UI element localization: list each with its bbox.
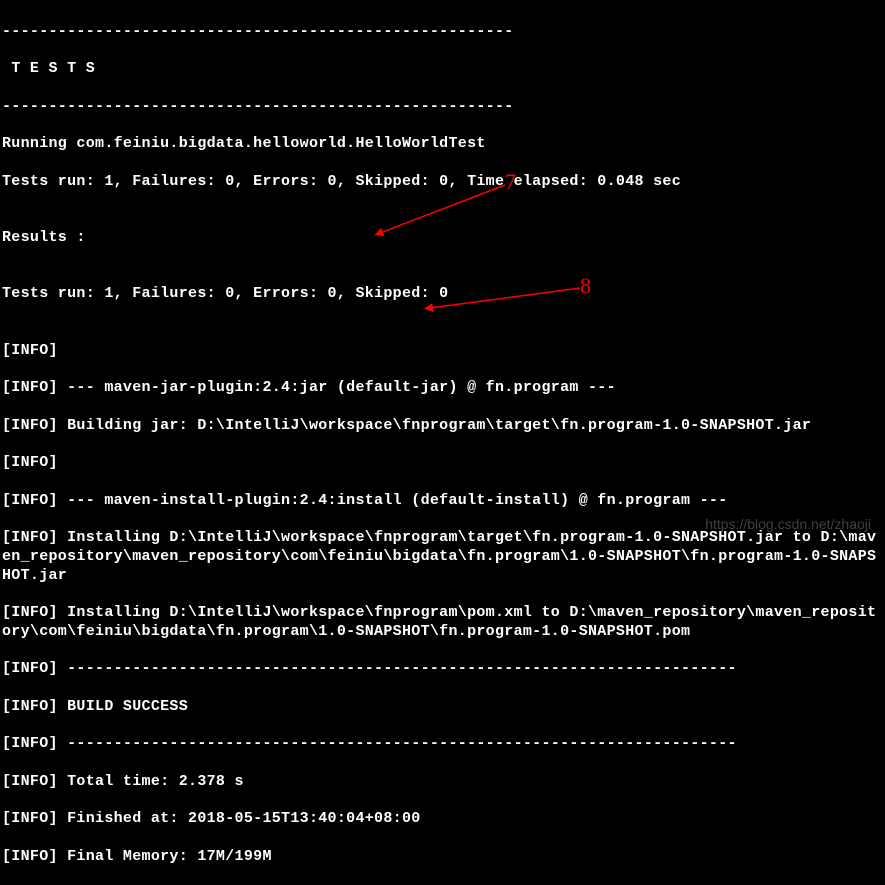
final-memory-line: [INFO] Final Memory: 17M/199M [2,848,883,867]
running-test-line: Running com.feiniu.bigdata.helloworld.He… [2,135,883,154]
installing-pom-line: [INFO] Installing D:\IntelliJ\workspace\… [2,604,883,642]
installing-jar-line: [INFO] Installing D:\IntelliJ\workspace\… [2,529,883,585]
output-line: ----------------------------------------… [2,23,883,42]
total-time-line: [INFO] Total time: 2.378 s [2,773,883,792]
finished-at-line: [INFO] Finished at: 2018-05-15T13:40:04+… [2,810,883,829]
info-line: [INFO] [2,342,883,361]
terminal-output[interactable]: ----------------------------------------… [2,4,883,885]
info-line: [INFO] [2,454,883,473]
maven-jar-plugin-line: [INFO] --- maven-jar-plugin:2.4:jar (def… [2,379,883,398]
watermark-text: https://blog.csdn.net/zhaoji [705,516,871,534]
building-jar-line: [INFO] Building jar: D:\IntelliJ\workspa… [2,417,883,436]
build-success-line: [INFO] BUILD SUCCESS [2,698,883,717]
results-label: Results : [2,229,883,248]
separator-line: [INFO] ---------------------------------… [2,660,883,679]
test-results-line: Tests run: 1, Failures: 0, Errors: 0, Sk… [2,173,883,192]
separator-line: [INFO] ---------------------------------… [2,735,883,754]
output-line: ----------------------------------------… [2,98,883,117]
maven-install-plugin-line: [INFO] --- maven-install-plugin:2.4:inst… [2,492,883,511]
tests-header: T E S T S [2,60,883,79]
test-summary-line: Tests run: 1, Failures: 0, Errors: 0, Sk… [2,285,883,304]
